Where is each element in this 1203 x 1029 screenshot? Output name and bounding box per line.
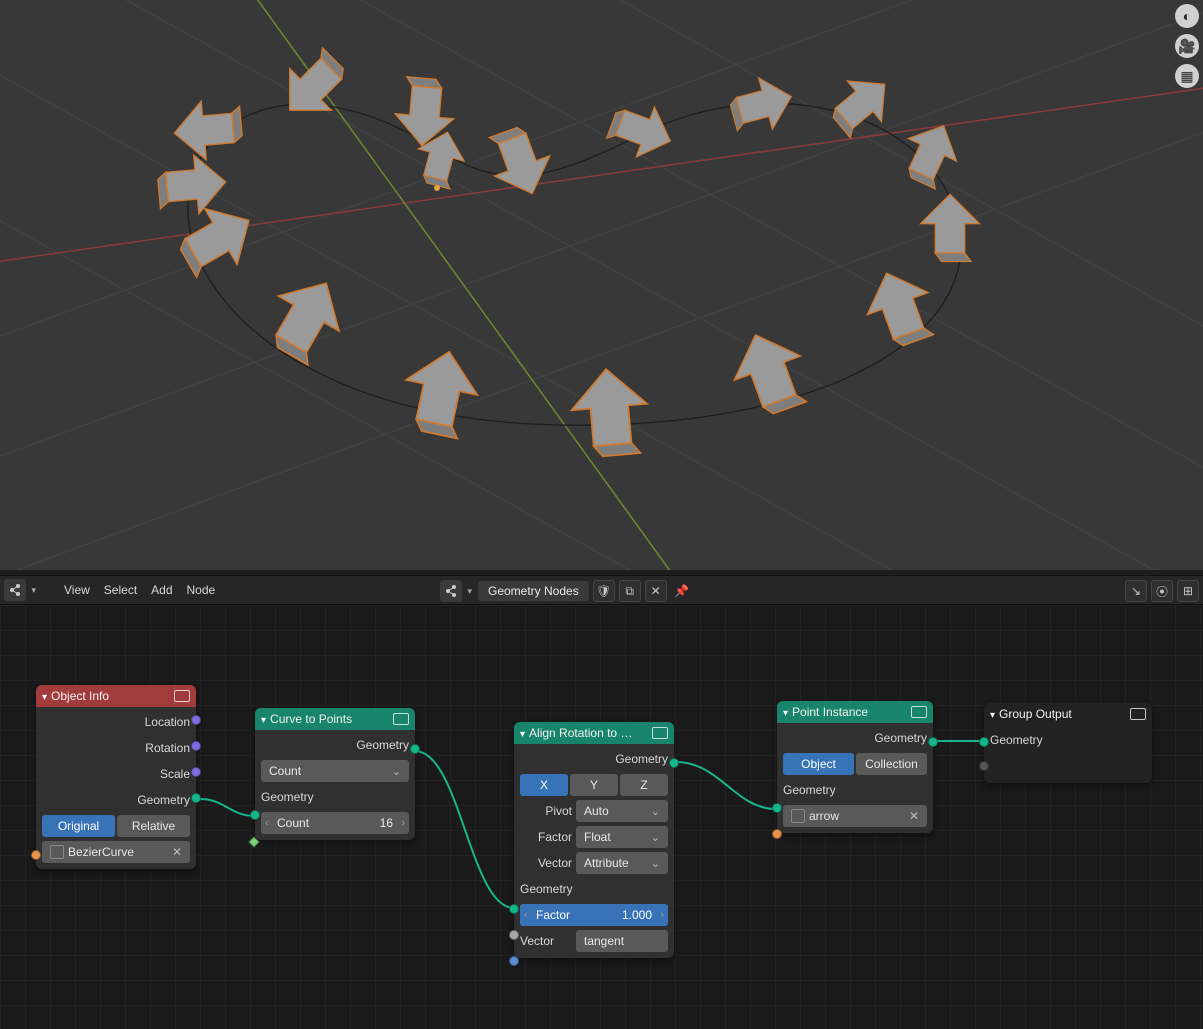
node-title: Curve to Points: [270, 712, 352, 726]
node-editor-header: View Select Add Node Geometry Nodes 🛡 ⧉ …: [0, 575, 1203, 605]
vector-mode-dropdown[interactable]: Attribute: [576, 852, 668, 874]
axis-y-button[interactable]: Y: [570, 774, 618, 796]
viewport-canvas: [0, 0, 1203, 570]
header-button-0[interactable]: ↘: [1125, 580, 1147, 602]
object-field[interactable]: BezierCurve✕: [42, 841, 190, 863]
unlink-nodetree-button[interactable]: ✕: [645, 580, 667, 602]
socket-geometry-out[interactable]: [928, 737, 938, 747]
transform-original-button[interactable]: Original: [42, 815, 115, 837]
socket-vector-in[interactable]: [509, 956, 519, 966]
socket-geometry-out[interactable]: [191, 793, 201, 803]
menu-view[interactable]: View: [64, 583, 90, 597]
socket-location-out[interactable]: [191, 715, 201, 725]
axis-y: [200, 0, 720, 570]
factor-mode-dropdown[interactable]: Float: [576, 826, 668, 848]
pivot-dropdown[interactable]: Auto: [576, 800, 668, 822]
socket-object-in[interactable]: [772, 829, 782, 839]
socket-object-in[interactable]: [31, 850, 41, 860]
menu-select[interactable]: Select: [104, 583, 137, 597]
socket-geometry-label: Geometry: [137, 793, 190, 807]
socket-geometry-in-label: Geometry: [261, 790, 314, 804]
socket-geometry-in[interactable]: [772, 803, 782, 813]
display-icon: [1130, 708, 1146, 720]
vector-label: Vector: [520, 856, 572, 870]
socket-geometry-in[interactable]: [509, 904, 519, 914]
transform-relative-button[interactable]: Relative: [117, 815, 190, 837]
node-object-info[interactable]: Object Info Location Rotation Scale Geom…: [36, 685, 196, 869]
arrow-instances: [156, 42, 979, 459]
socket-location-label: Location: [145, 715, 190, 729]
node-editor-icon: [8, 583, 22, 597]
duplicate-nodetree-button[interactable]: ⧉: [619, 580, 641, 602]
viewport-3d[interactable]: ◐ 🎥 ▦: [0, 0, 1203, 570]
socket-geometry-label: Geometry: [615, 752, 668, 766]
vector-in-label: Vector: [520, 934, 572, 948]
socket-rotation-label: Rotation: [145, 741, 190, 755]
nodetree-name-field[interactable]: Geometry Nodes: [478, 581, 589, 601]
node-title: Align Rotation to …: [529, 726, 632, 740]
socket-geometry-label: Geometry: [356, 738, 409, 752]
object-icon: [791, 809, 805, 823]
instance-collection-button[interactable]: Collection: [856, 753, 927, 775]
object-origin: [434, 185, 440, 191]
pin-button[interactable]: 📌: [671, 580, 693, 602]
menu-node[interactable]: Node: [187, 583, 216, 597]
gizmo-navigate[interactable]: ◐: [1175, 4, 1199, 28]
node-point-instance[interactable]: Point Instance Geometry Object Collectio…: [777, 701, 933, 833]
display-icon: [911, 706, 927, 718]
axis-x-button[interactable]: X: [520, 774, 568, 796]
socket-virtual-in[interactable]: [979, 761, 989, 771]
node-group-output[interactable]: Group Output Geometry: [984, 703, 1152, 783]
count-field[interactable]: Count16: [261, 812, 409, 834]
socket-geometry-out[interactable]: [410, 744, 420, 754]
vector-attribute-field[interactable]: tangent: [576, 930, 668, 952]
socket-geometry-in-label: Geometry: [783, 783, 836, 797]
header-button-2[interactable]: ⊞: [1177, 580, 1199, 602]
gizmo-grid[interactable]: ▦: [1175, 64, 1199, 88]
socket-geometry-in-label: Geometry: [990, 733, 1043, 747]
axis-z-button[interactable]: Z: [620, 774, 668, 796]
node-title: Object Info: [51, 689, 109, 703]
instance-object-button[interactable]: Object: [783, 753, 854, 775]
socket-scale-label: Scale: [160, 767, 190, 781]
fake-user-button[interactable]: 🛡: [593, 580, 615, 602]
display-icon: [652, 727, 668, 739]
socket-geometry-label: Geometry: [874, 731, 927, 745]
node-align-rotation[interactable]: Align Rotation to … Geometry X Y Z Pivot…: [514, 722, 674, 958]
editor-type-dropdown[interactable]: [4, 579, 26, 601]
object-icon: [50, 845, 64, 859]
geometry-nodes-icon: [444, 584, 458, 598]
menu-add[interactable]: Add: [151, 583, 172, 597]
socket-geometry-in[interactable]: [250, 810, 260, 820]
socket-geometry-out[interactable]: [669, 758, 679, 768]
socket-rotation-out[interactable]: [191, 741, 201, 751]
socket-scale-out[interactable]: [191, 767, 201, 777]
node-curve-to-points[interactable]: Curve to Points Geometry Count Geometry …: [255, 708, 415, 840]
header-button-1[interactable]: ⦿: [1151, 580, 1173, 602]
nodetree-type-dropdown[interactable]: [440, 580, 462, 602]
node-title: Group Output: [999, 707, 1072, 721]
pivot-label: Pivot: [520, 804, 572, 818]
factor-label: Factor: [520, 830, 572, 844]
socket-geometry-in[interactable]: [979, 737, 989, 747]
socket-count-in[interactable]: [248, 836, 259, 847]
gizmo-camera[interactable]: 🎥: [1175, 34, 1199, 58]
display-icon: [393, 713, 409, 725]
socket-geometry-in-label: Geometry: [520, 882, 573, 896]
node-editor-canvas[interactable]: Object Info Location Rotation Scale Geom…: [0, 605, 1203, 1029]
socket-factor-in[interactable]: [509, 930, 519, 940]
instance-object-field[interactable]: arrow✕: [783, 805, 927, 827]
factor-value-field[interactable]: Factor1.000: [520, 904, 668, 926]
node-title: Point Instance: [792, 705, 868, 719]
display-icon: [174, 690, 190, 702]
mode-dropdown[interactable]: Count: [261, 760, 409, 782]
